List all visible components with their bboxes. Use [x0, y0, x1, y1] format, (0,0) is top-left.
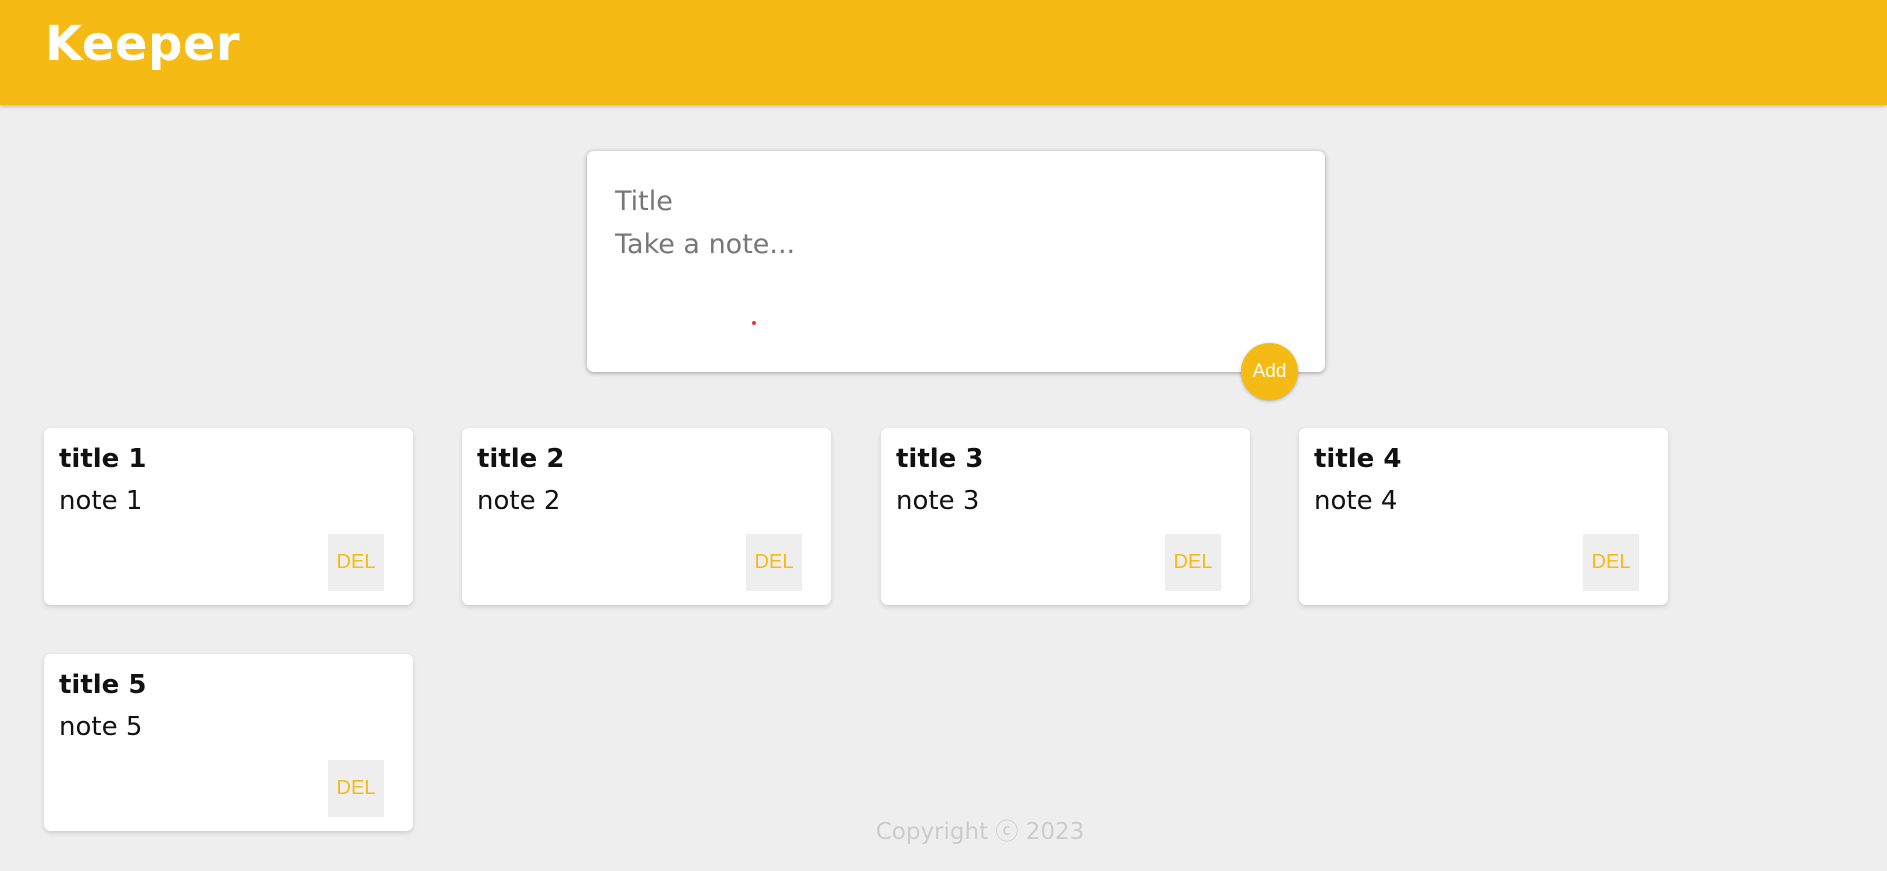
cursor-dot: [752, 321, 756, 325]
app-header: Keeper: [0, 0, 1887, 105]
footer: Copyright ⓒ 2023: [0, 812, 1887, 846]
delete-note-button[interactable]: DEL: [746, 534, 802, 591]
note-title: title 4: [1314, 444, 1402, 474]
note-title: title 1: [59, 444, 147, 474]
create-note-form: [587, 151, 1325, 372]
note-card: title 5 note 5 DEL: [44, 654, 413, 831]
note-card: title 1 note 1 DEL: [44, 428, 413, 605]
add-note-button[interactable]: Add: [1241, 343, 1298, 400]
app-title: Keeper: [45, 16, 241, 72]
note-card: title 2 note 2 DEL: [462, 428, 831, 605]
note-title: title 3: [896, 444, 984, 474]
note-content-input[interactable]: [615, 229, 1275, 349]
note-content: note 4: [1314, 486, 1398, 516]
note-title: title 2: [477, 444, 565, 474]
delete-note-button[interactable]: DEL: [328, 534, 384, 591]
note-content: note 5: [59, 712, 143, 742]
delete-note-button[interactable]: DEL: [328, 760, 384, 817]
note-card: title 3 note 3 DEL: [881, 428, 1250, 605]
note-card: title 4 note 4 DEL: [1299, 428, 1668, 605]
delete-note-button[interactable]: DEL: [1165, 534, 1221, 591]
note-content: note 2: [477, 486, 561, 516]
note-title-input[interactable]: [615, 181, 1275, 221]
note-content: note 1: [59, 486, 143, 516]
copyright-text: Copyright ⓒ 2023: [875, 819, 1085, 845]
note-content: note 3: [896, 486, 980, 516]
delete-note-button[interactable]: DEL: [1583, 534, 1639, 591]
note-title: title 5: [59, 670, 147, 700]
